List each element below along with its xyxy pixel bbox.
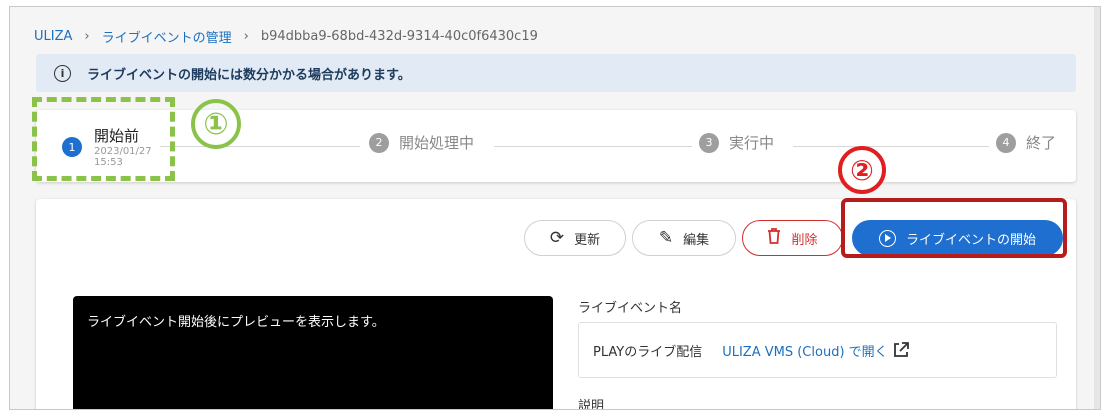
step-number-3: 3 <box>699 132 719 153</box>
info-banner: i ライブイベントの開始には数分かかる場合があります。 <box>36 54 1076 92</box>
refresh-label: 更新 <box>574 232 601 248</box>
step-starting: 2 開始処理中 <box>369 132 474 153</box>
trash-icon <box>767 228 781 248</box>
refresh-button[interactable]: ⟳ 更新 <box>524 220 626 256</box>
step-finished: 4 終了 <box>996 132 1056 153</box>
step-connector <box>494 146 692 147</box>
edit-label: 編集 <box>683 232 710 248</box>
breadcrumb-root-link[interactable]: ULIZA <box>34 29 72 44</box>
breadcrumb-live-events-link[interactable]: ライブイベントの管理 <box>102 27 232 46</box>
step-running: 3 実行中 <box>699 132 774 153</box>
breadcrumb-separator: › <box>243 28 249 44</box>
info-banner-text: ライブイベントの開始には数分かかる場合があります。 <box>87 67 411 83</box>
edit-button[interactable]: ✎ 編集 <box>632 220 736 256</box>
breadcrumb: ULIZA › ライブイベントの管理 › b94dbba9-68bd-432d-… <box>34 26 538 46</box>
live-event-name-label: ライブイベント名 <box>578 301 683 316</box>
step-connector <box>793 146 989 147</box>
pencil-icon: ✎ <box>658 227 674 248</box>
info-icon: i <box>54 64 71 82</box>
step-label-3: 実行中 <box>729 134 775 152</box>
video-preview: ライブイベント開始後にプレビューを表示します。 <box>73 296 553 409</box>
preview-placeholder-text: ライブイベント開始後にプレビューを表示します。 <box>87 315 385 330</box>
breadcrumb-current: b94dbba9-68bd-432d-9314-40c0f6430c19 <box>260 28 538 44</box>
open-in-vms-link[interactable]: ULIZA VMS (Cloud) で開く <box>722 341 887 360</box>
annotation-marker-1: ① <box>191 99 241 149</box>
external-link-icon[interactable] <box>892 341 910 359</box>
step-number-4: 4 <box>996 132 1016 153</box>
start-button-highlight-annotation <box>841 198 1067 258</box>
step-label-4: 終了 <box>1026 134 1057 152</box>
breadcrumb-separator: › <box>84 28 90 44</box>
step-connector <box>160 146 360 147</box>
description-label: 説明 <box>578 399 605 410</box>
step-number-2: 2 <box>369 132 389 153</box>
annotation-marker-2: ② <box>838 146 886 194</box>
live-event-name-value: PLAYのライブ配信 <box>593 344 703 360</box>
refresh-icon: ⟳ <box>549 227 565 248</box>
step1-highlight-annotation <box>32 97 175 181</box>
delete-button[interactable]: 削除 <box>742 220 843 256</box>
step-label-2: 開始処理中 <box>399 134 475 152</box>
live-event-name-box: PLAYのライブ配信 ULIZA VMS (Cloud) で開く <box>578 322 1057 378</box>
delete-label: 削除 <box>791 232 818 248</box>
